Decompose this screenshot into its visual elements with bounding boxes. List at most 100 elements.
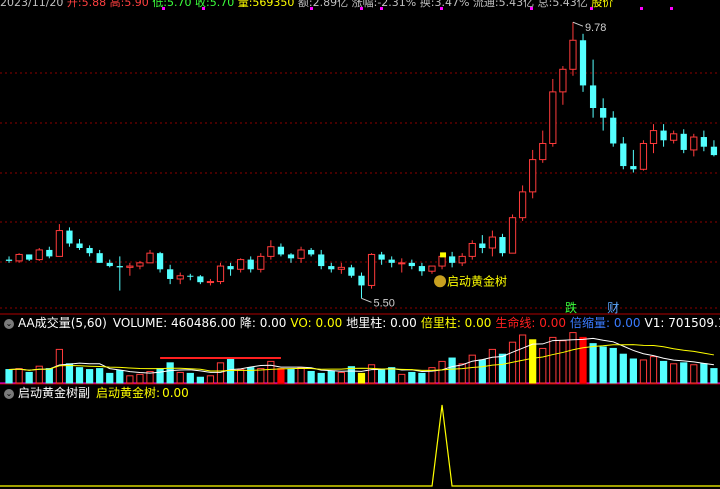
candle-body (378, 254, 385, 260)
volume-panel[interactable]: ⌄ AA成交量(5,60) VOLUME: 460486.00 降: 0.00 VO: … (0, 315, 720, 385)
candle-body (539, 142, 547, 161)
volume-bar (539, 347, 547, 384)
candle-body (680, 133, 687, 150)
volume-bar (337, 371, 345, 384)
candle-body (46, 249, 53, 257)
volume-bar (136, 373, 144, 384)
volume-field: V1: 701509.19 (644, 316, 720, 330)
price-info-item: 高:5.90 (109, 0, 153, 9)
volume-bar (267, 360, 275, 384)
volume-bar (287, 369, 295, 384)
signal-label: 启动黄金树 (447, 273, 507, 288)
volume-bar (116, 370, 124, 384)
candle-body (287, 254, 295, 259)
volume-bar (599, 346, 607, 384)
candle-body (126, 265, 134, 268)
candle-body (589, 85, 597, 108)
volume-bar (378, 369, 386, 384)
marker-dot (670, 7, 673, 10)
volume-bar (398, 373, 406, 384)
volume-bar (488, 348, 497, 384)
candle-body (499, 237, 506, 254)
candle-body (448, 256, 456, 263)
volume-bar (388, 367, 396, 384)
volume-bar (85, 369, 94, 384)
candle-body (35, 249, 43, 261)
candle-body (26, 254, 33, 260)
candle-body (388, 259, 395, 263)
candle-body (277, 246, 285, 255)
indicator-field-value: 0.00 (162, 386, 189, 400)
volume-bar (408, 371, 416, 384)
candle-body (620, 143, 627, 167)
volume-field: 地里柱: 0.00 (346, 316, 417, 330)
candle-body (488, 236, 497, 249)
price-info-strip: 2023/11/20 开:5.88 高:5.90 低:5.70 收:5.70 量… (0, 0, 613, 10)
candle-body (458, 255, 466, 264)
kline-chart[interactable]: 9.78 5.50 启动黄金树跌 财 (0, 0, 720, 315)
price-info-item: 开:5.88 (66, 0, 110, 9)
volume-bar (448, 357, 456, 384)
volume-bar (659, 360, 668, 384)
marker-dot (640, 7, 643, 10)
candle-body (569, 39, 577, 70)
candle-body (337, 266, 345, 270)
volume-bar (690, 364, 698, 384)
candle-body (610, 117, 617, 144)
volume-bar (670, 363, 678, 384)
volume-bar (529, 339, 537, 384)
volume-bar (126, 375, 134, 384)
volume-field: 倍缩量: 0.00 (569, 316, 641, 330)
volume-bar (710, 368, 718, 384)
volume-bar (418, 372, 426, 384)
candle-body (438, 255, 446, 267)
indicator-panel-title: 启动黄金树副 (18, 386, 91, 400)
price-info-item: 量:569350 (237, 0, 298, 9)
volume-bar (106, 372, 114, 384)
candle-body (367, 253, 376, 286)
volume-bar (619, 353, 627, 384)
volume-panel-fields: VOLUME: 460486.00 降: 0.00 VO: 0.00 地里柱: 0.0… (113, 316, 720, 330)
volume-field: 生命线: 0.00 (495, 316, 566, 330)
candle-body (257, 255, 265, 270)
indicator-field-label: 启动黄金树: (96, 386, 161, 400)
collapse-icon[interactable]: ⌄ (4, 388, 14, 399)
kline-chart-pane[interactable]: 9.78 5.50 启动黄金树跌 财 2023/11/20 开:5.88 高:5.90… (0, 0, 720, 315)
candle-body (670, 133, 678, 141)
indicator-panel[interactable]: ⌄ 启动黄金树副 启动黄金树: 0.00 (0, 385, 720, 489)
volume-bar (65, 363, 74, 384)
candle-body (649, 130, 658, 144)
volume-bar (257, 368, 265, 384)
volume-panel-header: ⌄ AA成交量(5,60) VOLUME: 460486.00 降: 0.00 VO: … (0, 315, 720, 333)
price-info-item: 额:2.89亿 (297, 0, 352, 9)
volume-bar (15, 368, 23, 384)
price-info-item: 换:3.47% (419, 0, 473, 9)
volume-field: VOLUME: 460486.00 (112, 316, 236, 330)
indicator-line (0, 404, 720, 487)
price-info-item: 股价 (591, 0, 614, 9)
candle-body (579, 40, 587, 86)
volume-bar (156, 368, 164, 384)
candle-body (247, 259, 254, 270)
money-bag-icon (434, 275, 447, 288)
candle-body (418, 266, 426, 272)
volume-bar (75, 367, 84, 384)
volume-bar (629, 358, 637, 384)
volume-bar (186, 372, 194, 384)
volume-bar (639, 359, 648, 384)
volume-bar (367, 364, 376, 384)
candle-body (227, 266, 234, 270)
candle-body (549, 91, 557, 144)
collapse-icon[interactable]: ⌄ (4, 318, 14, 329)
candle-body (156, 253, 164, 270)
volume-bar (96, 368, 104, 384)
high-price-label: 9.78 (585, 22, 606, 34)
candle-body (15, 253, 23, 262)
candle-body (518, 191, 527, 219)
candle-body (86, 248, 93, 254)
volume-bar (680, 362, 688, 384)
price-info-item: 总:5.43亿 (537, 0, 592, 9)
candle-body (398, 262, 406, 265)
candle-body (116, 266, 123, 268)
candle-body (55, 230, 64, 257)
